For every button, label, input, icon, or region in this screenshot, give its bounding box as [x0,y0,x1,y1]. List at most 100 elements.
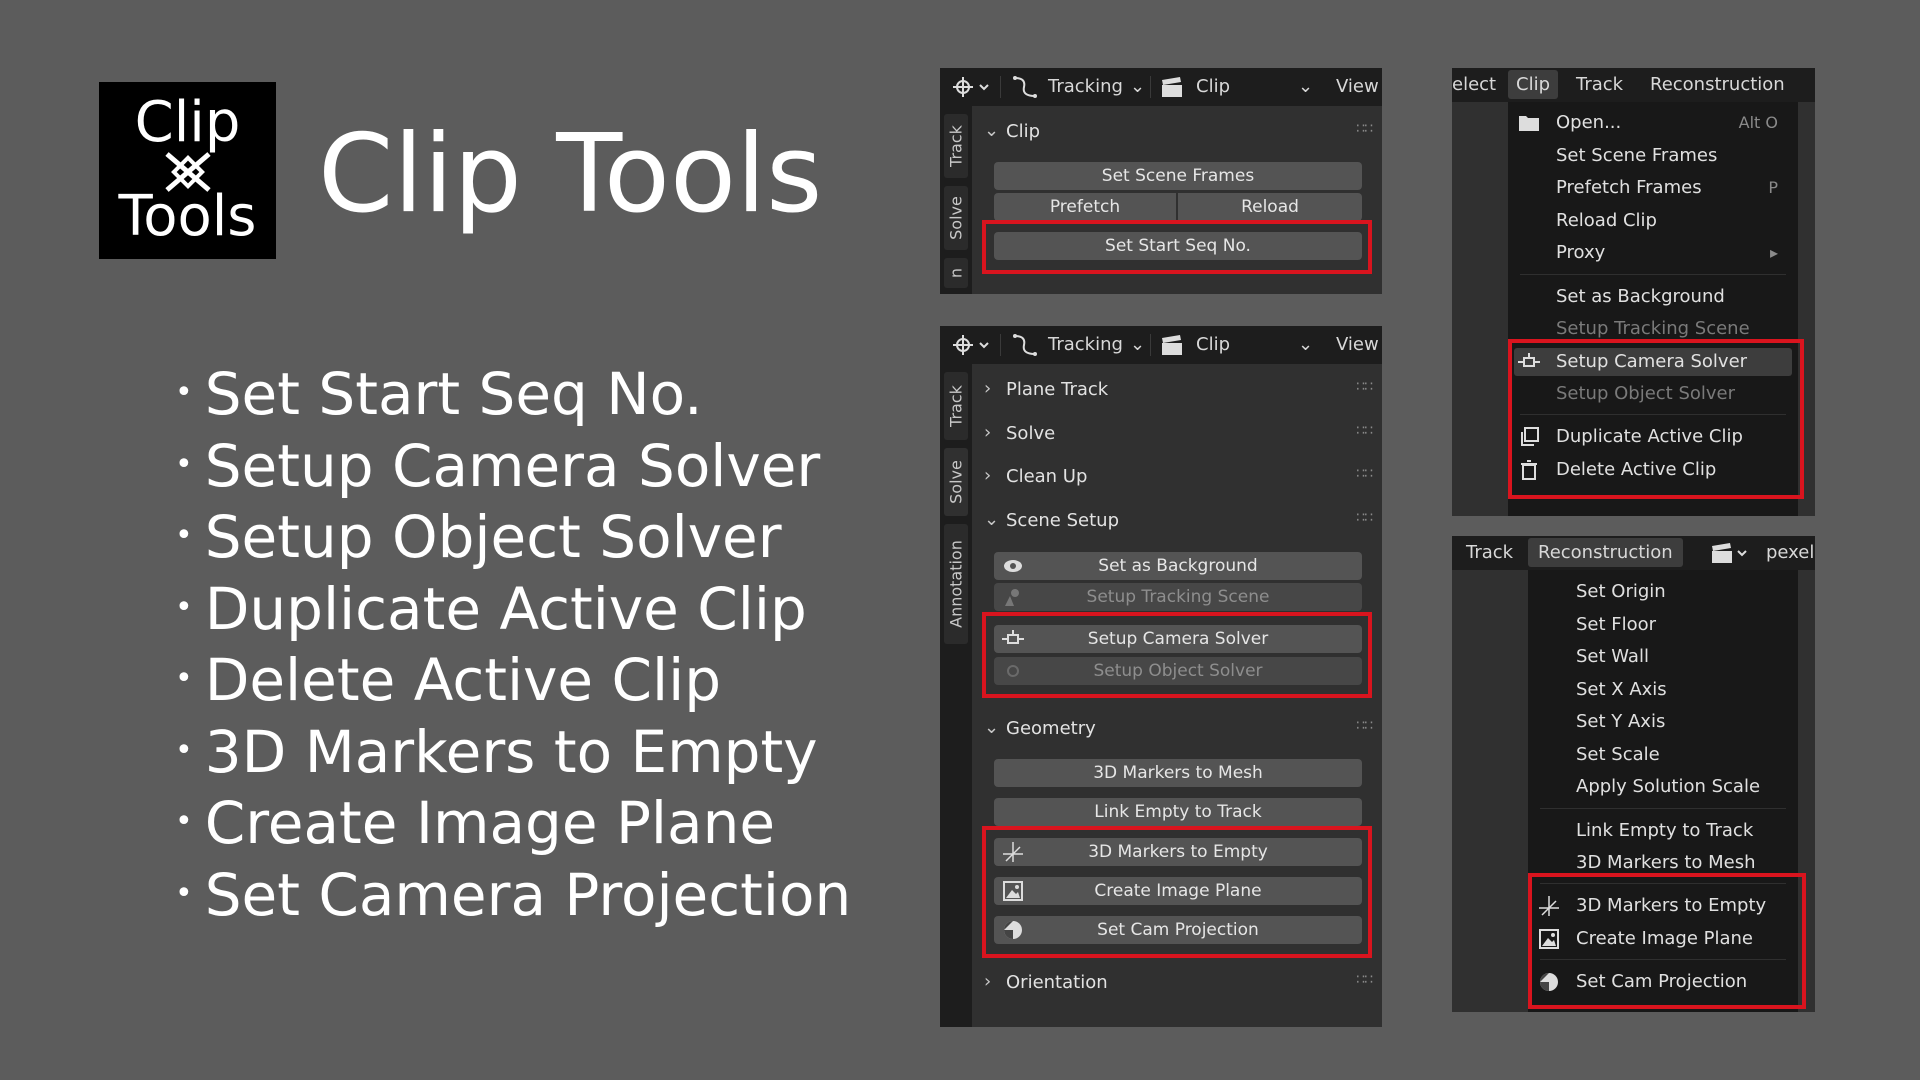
feature-item: Setup Camera Solver [175,430,851,502]
feature-item: Duplicate Active Clip [175,573,851,645]
mode-dropdown[interactable]: Tracking [1048,76,1123,97]
section-solve[interactable]: › Solve ∷∷ [984,420,1373,450]
section-clean-up[interactable]: › Clean Up ∷∷ [984,463,1373,493]
reload-button[interactable]: Reload [1178,193,1362,221]
chevron-right-icon: › [984,971,992,992]
section-orientation[interactable]: › Orientation ∷∷ [984,969,1373,999]
chevron-down-icon: ⌄ [1130,334,1146,355]
highlight-box [1528,873,1806,1009]
section-plane-track[interactable]: › Plane Track ∷∷ [984,376,1373,406]
menu-bar: Track Reconstruction pexel [1452,536,1815,570]
crosshair-icon[interactable] [952,76,992,98]
chevron-down-icon: ⌄ [984,120,1000,141]
chevron-right-icon: › [984,378,992,399]
clapperboard-icon [1162,77,1182,97]
panel-body: ⌄ Clip ∷∷ Set Scene Frames Prefetch Relo… [972,106,1382,294]
setup-tracking-scene-button: Setup Tracking Scene [994,583,1362,611]
clip-tools-logo: Clip Tools [99,82,276,259]
menu-bar: elect Clip Track Reconstruction [1452,68,1815,102]
menu-item-link-empty-to-track[interactable]: Link Empty to Track [1528,817,1798,845]
sidebar-tabs: Track Solve Annotation [940,364,972,1027]
menu-track[interactable]: Track [1466,542,1513,563]
menu-clip[interactable]: Clip [1508,70,1558,99]
menu-item-prefetch-frames[interactable]: Prefetch Frames P [1508,174,1798,202]
highlight-box [982,612,1372,698]
menu-item-set-y-axis[interactable]: Set Y Axis [1528,708,1798,736]
set-scene-frames-button[interactable]: Set Scene Frames [994,162,1362,190]
menu-item-open[interactable]: Open... Alt O [1508,109,1798,137]
feature-item: Set Camera Projection [175,859,852,931]
chevron-right-icon: › [984,465,992,486]
view-menu[interactable]: View [1336,334,1379,355]
feature-item: Setup Object Solver [175,501,851,573]
solve-panel: Tracking ⌄ Clip ⌄ View Track Solve Annot… [940,326,1382,1027]
menu-reconstruction[interactable]: Reconstruction [1650,74,1785,95]
view-menu[interactable]: View [1336,76,1379,97]
clip-dropdown[interactable]: Clip [1196,76,1230,97]
set-as-background-button[interactable]: Set as Background [994,552,1362,580]
section-clip[interactable]: ⌄ Clip ∷∷ [984,118,1373,148]
menu-track[interactable]: Track [1576,74,1623,95]
logo-line-1: Clip [134,90,241,155]
tab-track[interactable]: Track [944,372,968,440]
page-title: Clip Tools [318,112,823,237]
clip-name[interactable]: pexel [1766,542,1814,563]
grip-icon[interactable]: ∷∷ [1356,121,1373,137]
tab-solve[interactable]: Solve [944,186,968,250]
link-empty-to-track-button[interactable]: Link Empty to Track [994,798,1362,826]
tracking-mode-icon [1013,334,1037,356]
menu-item-set-origin[interactable]: Set Origin [1528,578,1798,606]
chevron-right-icon: › [984,422,992,443]
menu-select[interactable]: elect [1452,74,1496,95]
mode-dropdown[interactable]: Tracking [1048,334,1123,355]
menu-item-set-x-axis[interactable]: Set X Axis [1528,676,1798,704]
menu-item-set-scale[interactable]: Set Scale [1528,741,1798,769]
scene-icon [1005,589,1019,606]
grip-icon[interactable]: ∷∷ [1356,718,1373,734]
eye-icon [1004,560,1022,572]
section-geometry[interactable]: ⌄ Geometry ∷∷ [984,715,1373,745]
editor-header: Tracking ⌄ Clip ⌄ View [940,68,1382,106]
section-scene-setup[interactable]: ⌄ Scene Setup ∷∷ [984,507,1373,537]
grip-icon[interactable]: ∷∷ [1356,510,1373,526]
markers-to-mesh-button[interactable]: 3D Markers to Mesh [994,759,1362,787]
grip-icon[interactable]: ∷∷ [1356,972,1373,988]
menu-item-apply-solution-scale[interactable]: Apply Solution Scale [1528,773,1798,801]
menu-separator [1520,274,1786,275]
menu-item-set-wall[interactable]: Set Wall [1528,643,1798,671]
reconstruction-menu-window: Track Reconstruction pexel Set Origin Se… [1452,536,1815,1012]
menu-separator [1540,808,1786,809]
feature-item: Set Start Seq No. [175,358,851,430]
chevron-down-icon: ⌄ [1298,76,1314,97]
menu-item-proxy[interactable]: Proxy ▸ [1508,239,1798,267]
clip-panel: Tracking ⌄ Clip ⌄ View Track Solve n ⌄ C… [940,68,1382,294]
menu-item-set-scene-frames[interactable]: Set Scene Frames [1508,142,1798,170]
highlight-box [982,220,1372,274]
highlight-box [982,826,1372,958]
tracking-mode-icon [1013,76,1037,98]
clip-dropdown[interactable]: Clip [1196,334,1230,355]
tab-track[interactable]: Track [944,114,968,178]
logo-line-2: Tools [118,184,257,249]
crosshair-icon[interactable] [952,334,992,356]
feature-item: Create Image Plane [175,787,851,859]
menu-item-set-as-background[interactable]: Set as Background [1508,283,1798,311]
panel-body: › Plane Track ∷∷ › Solve ∷∷ › Clean Up ∷… [972,364,1382,1027]
prefetch-button[interactable]: Prefetch [994,193,1176,221]
grip-icon[interactable]: ∷∷ [1356,423,1373,439]
clip-menu-window: elect Clip Track Reconstruction Open... A… [1452,68,1815,516]
chevron-down-icon: ⌄ [1130,76,1146,97]
tab-more[interactable]: n [944,258,968,288]
folder-icon [1519,116,1539,131]
chevron-down-icon: ⌄ [1298,334,1314,355]
clapperboard-icon [1162,335,1182,355]
sidebar-tabs: Track Solve n [940,106,972,294]
menu-reconstruction[interactable]: Reconstruction [1528,538,1683,567]
grip-icon[interactable]: ∷∷ [1356,379,1373,395]
clapperboard-icon[interactable] [1710,542,1750,564]
menu-item-reload-clip[interactable]: Reload Clip [1508,207,1798,235]
menu-item-set-floor[interactable]: Set Floor [1528,611,1798,639]
tab-solve[interactable]: Solve [944,448,968,516]
tab-annotation[interactable]: Annotation [944,524,968,644]
grip-icon[interactable]: ∷∷ [1356,466,1373,482]
